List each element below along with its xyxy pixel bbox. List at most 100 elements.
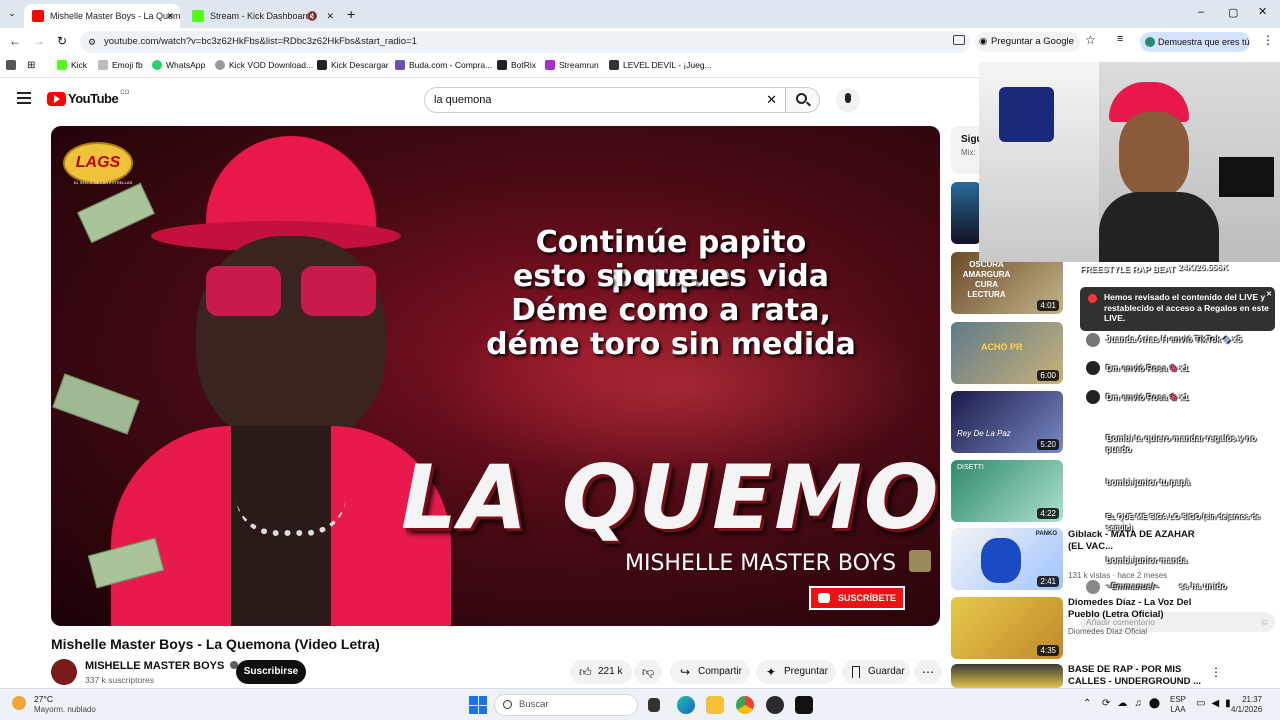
apps-grid-icon[interactable]: ⊞ <box>27 60 35 71</box>
task-view-icon[interactable] <box>648 698 660 712</box>
chat-message: EL QUE ME SIGA LO SIGO (sin dejarnos de … <box>1106 512 1261 532</box>
rec-thumb-3[interactable]: Rey De La Paz 5:20 <box>951 391 1063 453</box>
chat-avatar <box>1086 580 1100 594</box>
clock[interactable]: 21:37 4/1/2026 <box>1231 695 1262 715</box>
reading-list-icon[interactable]: ≡ <box>1117 33 1123 45</box>
save-button[interactable]: Guardar <box>842 660 910 684</box>
video-subscribe-graphic: SUSCRÍBETE <box>809 586 905 610</box>
new-tab-button[interactable]: + <box>347 6 355 22</box>
rec-thumb-4[interactable]: DISETTI 4:22 <box>951 460 1063 522</box>
close-icon[interactable]: ✕ <box>1266 290 1272 301</box>
rec-more-icon[interactable]: ⋮ <box>1210 665 1222 679</box>
tab-search-icon[interactable]: ⌄ <box>6 8 18 20</box>
search-input[interactable]: la quemona ✕ <box>424 87 786 113</box>
rec-thumb-6[interactable]: 4:35 <box>951 597 1063 659</box>
chat-avatar <box>1086 333 1100 347</box>
channel-name-text: MISHELLE MASTER BOYS <box>85 660 225 672</box>
rec-thumb-7[interactable] <box>951 664 1063 688</box>
windows-start-icon[interactable] <box>469 696 487 714</box>
tab-youtube[interactable]: Mishelle Master Boys - La Quem ✕ <box>24 4 180 28</box>
voice-search-button[interactable] <box>836 88 860 112</box>
maximize-button[interactable]: ▢ <box>1228 6 1238 19</box>
song-title-graphic: LA QUEMONA <box>401 446 940 549</box>
label-logo-sub: EL SELLO DE LAS ESTRELLAS <box>73 180 133 185</box>
menu-kebab-icon[interactable]: ⋮ <box>1262 33 1274 47</box>
label-logo-text: LAGS <box>75 154 121 171</box>
share-button[interactable]: ↪ Compartir <box>670 660 750 684</box>
forward-icon[interactable]: → <box>33 34 45 48</box>
tab-kick[interactable]: Stream - Kick Dashboard 🔇 ✕ <box>184 4 340 28</box>
like-button[interactable]: 👍︎ 221 k <box>570 660 632 684</box>
weather-desc: Mayorm. nublado <box>34 705 96 714</box>
mute-icon[interactable]: 🔇 <box>307 11 318 22</box>
bookmark-star-icon[interactable]: ☆ <box>1085 33 1096 47</box>
bookmark-level-devil[interactable]: LEVEL DEVIL - ¡Jueg... <box>609 60 712 70</box>
emoji-icon[interactable]: ☺ <box>1260 612 1269 632</box>
thumbs-down-icon: 👎︎ <box>642 665 655 679</box>
rec-thumb-0[interactable] <box>951 182 981 244</box>
clear-search-icon[interactable]: ✕ <box>766 88 777 112</box>
channel-name[interactable]: MISHELLE MASTER BOYS <box>85 660 239 672</box>
weather-widget[interactable]: 27°C Mayorm. nublado <box>12 694 122 718</box>
minimize-button[interactable]: – <box>1198 6 1204 18</box>
bookmark-botrix[interactable]: BotRix <box>497 60 536 70</box>
sidebar-toggle-icon[interactable] <box>6 60 20 70</box>
tray-icons[interactable]: ⟳☁♫⬤ <box>1102 698 1167 709</box>
bookmark-streamrun[interactable]: Streamrun <box>545 60 599 70</box>
bookmark-label: Kick Descargar <box>331 60 389 70</box>
ask-button[interactable]: ✦ Preguntar <box>756 660 836 684</box>
more-actions-button[interactable]: ⋯ <box>914 660 942 684</box>
file-explorer-icon[interactable] <box>706 696 724 714</box>
chrome-icon[interactable] <box>736 696 754 714</box>
chat-user: ~Emmanuel~ <box>1106 581 1159 591</box>
edge-icon[interactable] <box>677 696 695 714</box>
rose-icon: ❀ <box>1169 392 1177 402</box>
windows-taskbar: 27°C Mayorm. nublado Buscar ⌃ ⟳☁♫⬤ ESP L… <box>0 688 1280 720</box>
site-info-icon[interactable]: ⚙ <box>88 31 96 53</box>
bookmark-emoji-fb[interactable]: Emoji fb <box>98 60 143 70</box>
cast-icon[interactable] <box>953 35 965 45</box>
obs-icon[interactable] <box>766 696 784 714</box>
search-button[interactable] <box>786 87 820 113</box>
bookmark-kick-vod[interactable]: Kick VOD Download... <box>215 60 313 70</box>
back-icon[interactable]: ← <box>9 34 21 48</box>
url-input[interactable]: ⚙ youtube.com/watch?v=bc3z62HkFbs&list=R… <box>80 31 970 53</box>
close-icon[interactable]: ✕ <box>326 11 334 22</box>
profile-button[interactable]: Demuestra que eres tú <box>1140 32 1250 52</box>
bookmark-kick[interactable]: Kick <box>57 60 87 70</box>
mix-header[interactable]: Sigu Mix: <box>951 126 983 174</box>
level-devil-icon <box>609 60 619 70</box>
bookmark-buda[interactable]: Buda.com - Compra... <box>395 60 492 70</box>
bookmark-label: Buda.com - Compra... <box>409 60 493 70</box>
youtube-logo[interactable]: YouTube CO <box>47 90 129 106</box>
bookmark-kick-descargar[interactable]: Kick Descargar <box>317 60 389 70</box>
address-bar-row: ← → ↻ ⚙ youtube.com/watch?v=bc3z62HkFbs&… <box>0 28 1280 56</box>
close-icon[interactable]: ✕ <box>166 11 174 22</box>
reload-icon[interactable]: ↻ <box>57 34 67 48</box>
language-indicator[interactable]: ESP LAA <box>1170 695 1186 715</box>
video-player[interactable]: LAGS EL SELLO DE LAS ESTRELLAS Continúe … <box>51 126 940 626</box>
bookmark-whatsapp[interactable]: WhatsApp <box>152 60 205 70</box>
rec-title[interactable]: BASE DE RAP - POR MIS CALLES - UNDERGROU… <box>1068 664 1208 688</box>
weather-icon <box>12 696 26 710</box>
mix-title: Sigu <box>961 134 983 145</box>
chat-count: x1 <box>1179 363 1189 373</box>
tray-overflow-icon[interactable]: ⌃ <box>1083 698 1091 709</box>
subscriber-count: 337 k suscriptores <box>85 675 154 685</box>
tiktok-icon[interactable] <box>795 696 813 714</box>
live-alert: Hemos revisado el contenido del LIVE y r… <box>1080 287 1275 331</box>
thumb-text: Rey De La Paz <box>957 429 1011 438</box>
hamburger-menu-icon[interactable] <box>17 92 31 104</box>
dislike-button[interactable]: 👎︎ <box>634 660 662 684</box>
subscribe-button[interactable]: Suscribirse <box>236 660 306 684</box>
close-window-button[interactable]: ✕ <box>1258 5 1267 18</box>
rec-thumb-2[interactable]: ACHO PR 6:00 <box>951 322 1063 384</box>
taskbar-search[interactable]: Buscar <box>494 694 638 716</box>
webcam-feed <box>979 62 1280 262</box>
youtube-logo-text: YouTube <box>68 91 119 106</box>
duration: 2:41 <box>1037 576 1059 587</box>
ask-google-button[interactable]: ◉ Preguntar a Google <box>975 32 1080 52</box>
comment-input[interactable]: Añadir comentario ☺ <box>1080 612 1275 632</box>
channel-avatar[interactable] <box>51 659 77 685</box>
rec-thumb-5[interactable]: PANKO 2:41 <box>951 528 1063 590</box>
